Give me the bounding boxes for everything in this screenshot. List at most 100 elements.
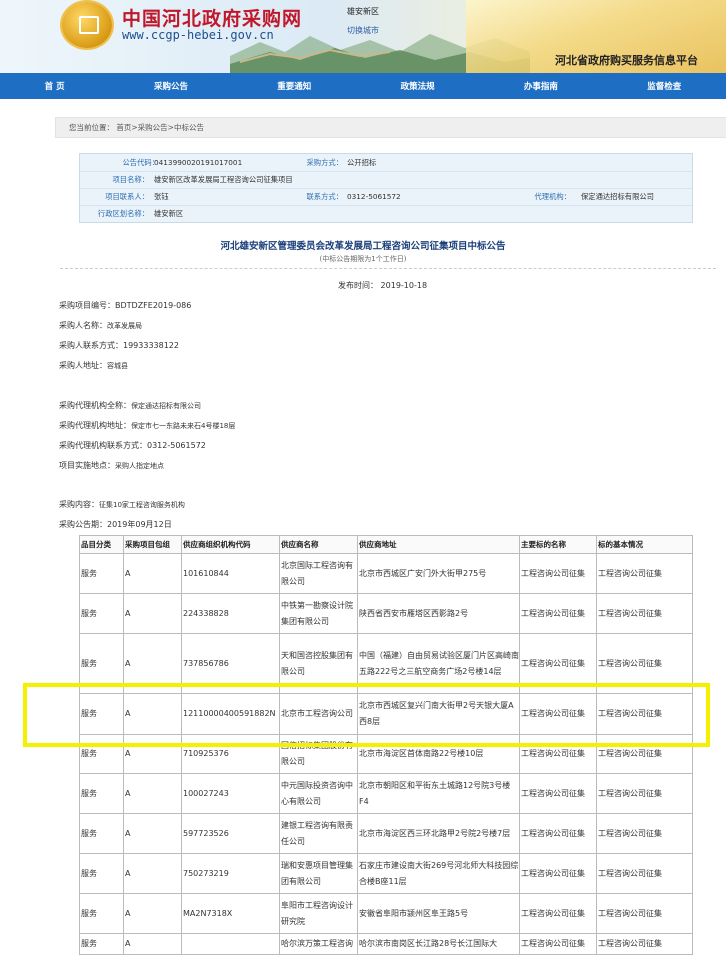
project-number-value: BDTDZFE2019-086 [115, 301, 192, 310]
cell-subject-details: 工程咨询公司征集 [596, 853, 693, 894]
cell-supplier-address-text: 中国（福建）自由贸易试验区厦门片区高崎南五路222号之三航空商务广场2号楼14层 [359, 650, 519, 676]
buyer-address-label: 采购人地址： [59, 361, 107, 370]
switch-city-link[interactable]: 切换城市 [347, 25, 379, 36]
cell-category-text: 服务 [81, 568, 97, 578]
publish-date: 发布时间： 2019-10-18 [338, 280, 427, 291]
cell-category-text: 服务 [81, 828, 97, 838]
cell-category: 服务 [79, 933, 124, 955]
cell-subject-details-text: 工程咨询公司征集 [598, 608, 662, 618]
agency-value: 保定通达招标有限公司 [581, 192, 654, 201]
cell-supplier-name-text: 哈尔滨万策工程咨询 [281, 939, 353, 948]
buyer-contact-value: 19933338122 [123, 341, 179, 350]
publish-label: 发布时间： [338, 281, 378, 290]
method-label: 采购方式： [306, 158, 343, 167]
cell-org-code-text: 101610844 [183, 568, 229, 578]
cell-supplier-address-text: 北京市西城区广安门外大街甲275号 [359, 568, 487, 578]
cell-supplier-name: 中元国际投资咨询中心有限公司 [279, 773, 358, 814]
buyer-line: 采购人名称：改革发展局 [59, 320, 142, 331]
col-supplier-address: 供应商地址 [357, 535, 520, 554]
buyer-label: 采购人名称： [59, 321, 107, 330]
site-url: www.ccgp-hebei.gov.cn [122, 28, 274, 42]
cell-subject-details: 工程咨询公司征集 [596, 593, 693, 634]
current-region: 雄安新区 [347, 7, 379, 16]
col-subject-name: 主要标的名称 [519, 535, 597, 554]
site-value: 采购人指定地点 [115, 462, 164, 470]
cell-supplier-address-text: 陕西省西安市雁塔区西影路2号 [359, 608, 469, 618]
district-value: 雄安新区 [154, 209, 184, 218]
publish-value: 2019-10-18 [380, 281, 428, 290]
cell-package-text: A [125, 749, 131, 758]
cell-subject-details: 工程咨询公司征集 [596, 813, 693, 854]
cell-supplier-name: 哈尔滨万策工程咨询 [279, 933, 358, 955]
breadcrumb: 您当前位置： 首页>采购公告>中标公告 [55, 117, 726, 138]
cell-supplier-address: 陕西省西安市雁塔区西影路2号 [357, 593, 520, 634]
cell-subject-details: 工程咨询公司征集 [596, 773, 693, 814]
cell-category-text: 服务 [81, 868, 97, 878]
table-row: 服务 A 750273219 瑞和安惠项目管理集团有限公司 石家庄市建设南大街269号河… [79, 853, 693, 894]
district-label: 行政区划名称： [97, 209, 149, 218]
nav-guide[interactable]: 办事指南 [524, 80, 558, 92]
cell-package: A [123, 893, 182, 934]
cell-subject-details-text: 工程咨询公司征集 [598, 568, 662, 578]
cell-subject-details-text: 工程咨询公司征集 [598, 828, 662, 838]
breadcrumb-prefix: 您当前位置： [69, 123, 114, 132]
cell-supplier-address-text: 安徽省阜阳市颍州区阜王路5号 [359, 908, 469, 918]
agent-phone-value: 0312-5061572 [147, 441, 206, 450]
agent-address-label: 采购代理机构地址： [59, 421, 131, 430]
agent-phone-line: 采购代理机构联系方式：0312-5061572 [59, 440, 206, 451]
cell-supplier-address: 石家庄市建设南大街269号河北师大科技园综合楼B座11层 [357, 853, 520, 894]
cell-org-code: 224338828 [181, 593, 280, 634]
cell-supplier-name-text: 北京国际工程咨询有限公司 [281, 560, 353, 586]
nav-procurement-notices[interactable]: 采购公告 [154, 80, 188, 92]
cell-supplier-name-text: 建银工程咨询有限责任公司 [281, 820, 353, 846]
contact-value: 张钰 [154, 192, 169, 201]
content-label: 采购内容： [59, 500, 99, 509]
cell-subject-name: 工程咨询公司征集 [519, 773, 597, 814]
cell-subject-details-text: 工程咨询公司征集 [598, 658, 662, 668]
cell-package-text: A [125, 658, 131, 668]
cell-package-text: A [125, 788, 131, 798]
notice-title: 河北雄安新区管理委员会改革发展局工程咨询公司征集项目中标公告 [220, 241, 506, 252]
nav-important-notices[interactable]: 重要通知 [277, 80, 311, 92]
cell-package-text: A [125, 868, 131, 878]
cell-package: A [123, 593, 182, 634]
cell-supplier-address-text: 北京市海淀区西三环北路甲2号院2号楼7层 [359, 828, 511, 838]
site-title[interactable]: 中国河北政府采购网 [122, 4, 302, 31]
cell-org-code [181, 933, 280, 955]
cell-category: 服务 [79, 553, 124, 594]
cell-subject-details: 工程咨询公司征集 [596, 553, 693, 594]
cell-package-text: A [125, 608, 131, 618]
cell-category-text: 服务 [81, 608, 97, 618]
nav-policies[interactable]: 政策法规 [401, 80, 435, 92]
cell-org-code-text: MA2N7318X [183, 908, 233, 918]
cell-subject-name: 工程咨询公司征集 [519, 933, 597, 955]
cell-subject-name-text: 工程咨询公司征集 [521, 608, 585, 618]
cell-supplier-address-text: 北京市朝阳区和平街东土城路12号院3号楼F4 [359, 780, 511, 806]
cell-supplier-address: 安徽省阜阳市颍州区阜王路5号 [357, 893, 520, 934]
project-label: 项目名称： [112, 175, 149, 184]
buyer-address-value: 容城县 [107, 362, 128, 370]
cell-subject-details-text: 工程咨询公司征集 [598, 939, 662, 948]
breadcrumb-path[interactable]: 首页>采购公告>中标公告 [116, 123, 204, 132]
table-row: 服务 A 597723526 建银工程咨询有限责任公司 北京市海淀区西三环北路甲2号院2… [79, 813, 693, 854]
cell-package: A [123, 773, 182, 814]
cell-supplier-name-text: 天和国咨控股集团有限公司 [281, 650, 353, 676]
notice-date-line: 采购公告期：2019年09月12日 [59, 519, 172, 530]
site-line: 项目实施地点：采购人指定地点 [59, 460, 164, 471]
cell-supplier-name: 北京国际工程咨询有限公司 [279, 553, 358, 594]
cell-category: 服务 [79, 853, 124, 894]
cell-subject-details-text: 工程咨询公司征集 [598, 749, 662, 758]
cell-package-text: A [125, 568, 131, 578]
cell-category-text: 服务 [81, 908, 97, 918]
cell-supplier-address: 北京市海淀区西三环北路甲2号院2号楼7层 [357, 813, 520, 854]
cell-supplier-address-text: 北京市海淀区首体南路22号楼10层 [359, 749, 484, 758]
agent-name-line: 采购代理机构全称：保定通达招标有限公司 [59, 400, 201, 411]
nav-home[interactable]: 首 页 [45, 80, 65, 92]
notice-info-box: 公告代码： 0413990020191017001 采购方式： 公开招标 项目名… [79, 153, 693, 223]
cell-supplier-address: 哈尔滨市南岗区长江路28号长江国际大 [357, 933, 520, 955]
cell-package: A [123, 813, 182, 854]
cell-supplier-name-text: 中铁第一勘察设计院集团有限公司 [281, 600, 353, 626]
notice-date-label: 采购公告期： [59, 520, 107, 529]
nav-supervision[interactable]: 监督检查 [647, 80, 681, 92]
cell-subject-name: 工程咨询公司征集 [519, 813, 597, 854]
